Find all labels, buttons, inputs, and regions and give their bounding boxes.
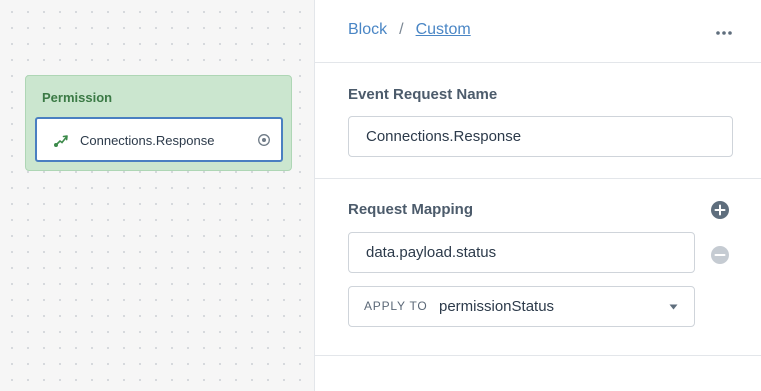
- event-chip[interactable]: Connections.Response: [35, 117, 283, 162]
- flow-canvas[interactable]: Permission Connections.Response: [0, 0, 315, 391]
- permission-block[interactable]: Permission Connections.Response: [25, 75, 292, 171]
- radio-target-icon[interactable]: [257, 133, 271, 147]
- plus-circle-icon[interactable]: [711, 201, 729, 219]
- divider: [315, 178, 761, 179]
- properties-panel: Block / Custom Event Request Name Connec…: [314, 0, 761, 391]
- divider: [315, 62, 761, 63]
- divider: [315, 355, 761, 356]
- apply-to-label: APPLY TO: [364, 299, 428, 313]
- breadcrumb-current[interactable]: Custom: [416, 21, 471, 39]
- minus-circle-icon[interactable]: [711, 246, 729, 264]
- caret-down-icon: [669, 304, 678, 310]
- event-request-name-label: Event Request Name: [348, 86, 498, 103]
- ellipsis-icon[interactable]: [715, 30, 733, 36]
- route-arrow-icon: [54, 135, 68, 147]
- apply-to-value: permissionStatus: [439, 298, 555, 315]
- breadcrumb: Block / Custom: [348, 21, 471, 39]
- breadcrumb-separator: /: [399, 21, 404, 38]
- breadcrumb-parent[interactable]: Block: [348, 21, 387, 39]
- event-chip-label: Connections.Response: [80, 133, 215, 148]
- event-request-name-input[interactable]: Connections.Response: [348, 116, 733, 157]
- request-mapping-label: Request Mapping: [348, 201, 474, 218]
- block-title: Permission: [42, 90, 113, 105]
- apply-to-select[interactable]: APPLY TO permissionStatus: [348, 286, 695, 327]
- mapping-path-input[interactable]: data.payload.status: [348, 232, 695, 273]
